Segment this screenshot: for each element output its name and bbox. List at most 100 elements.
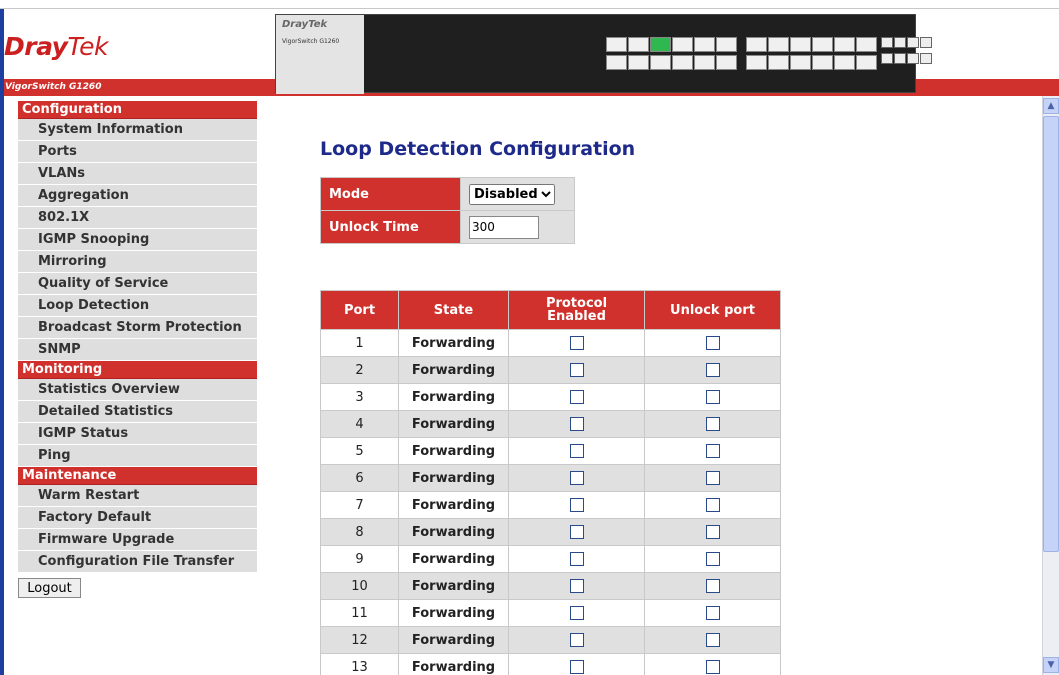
- protocol-enabled-cell: [508, 653, 645, 675]
- unlock-time-input[interactable]: [469, 215, 539, 239]
- port-number: 2: [320, 356, 399, 384]
- port-number: 13: [320, 653, 399, 675]
- ports-table-body: 1 Forwarding 2 Forwarding 3 Forwarding 4 Forwar…: [320, 329, 781, 675]
- port-state: Forwarding: [398, 356, 509, 384]
- switch-sfp-port-icon: [881, 37, 893, 48]
- switch-port-icon: [716, 55, 737, 70]
- protocol-enabled-checkbox[interactable]: [569, 363, 584, 377]
- sidebar-item-ports[interactable]: Ports: [18, 141, 257, 163]
- table-row: 10 Forwarding: [320, 572, 781, 600]
- protocol-enabled-checkbox[interactable]: [569, 444, 584, 458]
- protocol-enabled-cell: [508, 356, 645, 384]
- sidebar-item-warm-restart[interactable]: Warm Restart: [18, 485, 257, 507]
- sidebar-item-configuration-file-transfer[interactable]: Configuration File Transfer: [18, 551, 257, 573]
- sidebar-item-igmp-status[interactable]: IGMP Status: [18, 423, 257, 445]
- sidebar-item-mirroring[interactable]: Mirroring: [18, 251, 257, 273]
- switch-sfp-port-icon: [881, 53, 893, 64]
- unlock-port-cell: [644, 599, 781, 627]
- protocol-enabled-checkbox[interactable]: [569, 633, 584, 647]
- sidebar-item-loop-detection[interactable]: Loop Detection: [18, 295, 257, 317]
- protocol-enabled-cell: [508, 329, 645, 357]
- sidebar-item-firmware-upgrade[interactable]: Firmware Upgrade: [18, 529, 257, 551]
- protocol-enabled-checkbox[interactable]: [569, 336, 584, 350]
- protocol-enabled-checkbox[interactable]: [569, 471, 584, 485]
- protocol-enabled-checkbox[interactable]: [569, 579, 584, 593]
- unlock-port-cell: [644, 410, 781, 438]
- switch-sfp-port-icon: [894, 37, 906, 48]
- unlock-port-checkbox[interactable]: [705, 606, 720, 620]
- protocol-enabled-checkbox[interactable]: [569, 498, 584, 512]
- scroll-thumb[interactable]: [1043, 116, 1059, 552]
- protocol-enabled-checkbox[interactable]: [569, 390, 584, 404]
- unlock-port-checkbox[interactable]: [705, 363, 720, 377]
- sidebar-item-vlans[interactable]: VLANs: [18, 163, 257, 185]
- sidebar-item-detailed-statistics[interactable]: Detailed Statistics: [18, 401, 257, 423]
- sidebar-item-statistics-overview[interactable]: Statistics Overview: [18, 379, 257, 401]
- switch-sfp-port-icon: [907, 37, 919, 48]
- protocol-enabled-checkbox[interactable]: [569, 552, 584, 566]
- switch-port-icon: [672, 37, 693, 52]
- unlock-port-checkbox[interactable]: [705, 579, 720, 593]
- page-title: Loop Detection Configuration: [320, 138, 636, 160]
- unlock-port-checkbox[interactable]: [705, 336, 720, 350]
- sidebar-item-igmp-snooping[interactable]: IGMP Snooping: [18, 229, 257, 251]
- switch-port-icon: [606, 37, 627, 52]
- port-state: Forwarding: [398, 572, 509, 600]
- switch-port-icon: [694, 55, 715, 70]
- header-protocol-enabled-label: Protocol Enabled: [545, 296, 608, 324]
- table-row: 6 Forwarding: [320, 464, 781, 492]
- switch-port-icon: [606, 55, 627, 70]
- port-number: 4: [320, 410, 399, 438]
- sidebar-item-quality-of-service[interactable]: Quality of Service: [18, 273, 257, 295]
- sidebar-item-factory-default[interactable]: Factory Default: [18, 507, 257, 529]
- sidebar-item-system-information[interactable]: System Information: [18, 119, 257, 141]
- scroll-up-arrow-icon[interactable]: ▲: [1043, 98, 1059, 114]
- unlock-port-checkbox[interactable]: [705, 633, 720, 647]
- unlock-port-checkbox[interactable]: [705, 471, 720, 485]
- unlock-port-cell: [644, 356, 781, 384]
- unlock-port-checkbox[interactable]: [705, 525, 720, 539]
- unlock-port-cell: [644, 626, 781, 654]
- unlock-port-checkbox[interactable]: [705, 660, 720, 674]
- table-row: 11 Forwarding: [320, 599, 781, 627]
- unlock-port-checkbox[interactable]: [705, 390, 720, 404]
- table-row: 7 Forwarding: [320, 491, 781, 519]
- switch-sfp-port-icon: [920, 53, 932, 64]
- switch-sfp-port-icon: [907, 53, 919, 64]
- ports-table: Port State Protocol Enabled Unlock port …: [320, 290, 781, 675]
- port-state: Forwarding: [398, 518, 509, 546]
- port-number: 6: [320, 464, 399, 492]
- switch-port-icon: [694, 37, 715, 52]
- protocol-enabled-cell: [508, 545, 645, 573]
- unlock-port-cell: [644, 572, 781, 600]
- protocol-enabled-checkbox[interactable]: [569, 417, 584, 431]
- draytek-logo: DrayTek: [4, 32, 109, 61]
- port-number: 7: [320, 491, 399, 519]
- port-number: 11: [320, 599, 399, 627]
- protocol-enabled-checkbox[interactable]: [569, 606, 584, 620]
- sidebar: Configuration System Information Ports VLAN…: [18, 101, 257, 598]
- sidebar-item-aggregation[interactable]: Aggregation: [18, 185, 257, 207]
- unlock-port-checkbox[interactable]: [705, 498, 720, 512]
- unlock-port-checkbox[interactable]: [705, 552, 720, 566]
- unlock-port-checkbox[interactable]: [705, 417, 720, 431]
- sidebar-item-802-1x[interactable]: 802.1X: [18, 207, 257, 229]
- port-number: 1: [320, 329, 399, 357]
- header-state: State: [398, 290, 509, 330]
- loop-detection-config-table: Mode Disabled Unlock Time: [320, 177, 575, 244]
- sidebar-item-snmp[interactable]: SNMP: [18, 339, 257, 361]
- switch-port-icon: [834, 55, 855, 70]
- switch-sfp-port-icon: [894, 53, 906, 64]
- switch-port-icon: [746, 37, 767, 52]
- table-row: 2 Forwarding: [320, 356, 781, 384]
- logout-button[interactable]: Logout: [18, 578, 81, 598]
- protocol-enabled-checkbox[interactable]: [569, 660, 584, 674]
- unlock-port-checkbox[interactable]: [705, 444, 720, 458]
- sidebar-item-broadcast-storm-protection[interactable]: Broadcast Storm Protection: [18, 317, 257, 339]
- scroll-down-arrow-icon[interactable]: ▼: [1043, 657, 1059, 673]
- protocol-enabled-checkbox[interactable]: [569, 525, 584, 539]
- vertical-scrollbar[interactable]: ▲ ▼: [1042, 96, 1059, 675]
- sidebar-section-maintenance: Maintenance: [18, 467, 257, 485]
- mode-select[interactable]: Disabled: [469, 183, 555, 205]
- sidebar-item-ping[interactable]: Ping: [18, 445, 257, 467]
